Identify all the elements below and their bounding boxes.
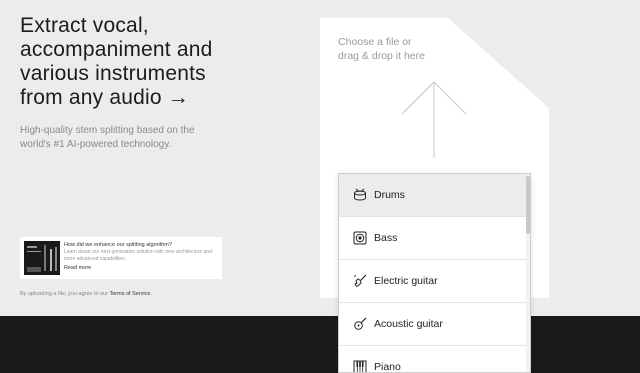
read-more-link[interactable]: Read more <box>64 265 91 271</box>
hero-title-line-1: Extract vocal, <box>20 14 149 37</box>
speaker-icon <box>353 231 367 245</box>
upload-arrow-icon <box>401 81 467 158</box>
piano-icon <box>353 360 367 372</box>
dropdown-item-piano[interactable]: Piano <box>339 346 527 373</box>
algorithm-promo-card[interactable]: How did we enhance our splitting algorit… <box>20 237 222 279</box>
hero-subtitle-line-1: High-quality stem splitting based on the <box>20 125 195 136</box>
terms-suffix: . <box>150 291 152 297</box>
hero-title-line-4: from any audio → <box>20 86 189 109</box>
terms-notice: By uploading a file, you agree to our Te… <box>20 291 152 297</box>
dropdown-scrollbar-thumb[interactable] <box>526 176 530 234</box>
instrument-dropdown[interactable]: Drums Bass Electric guitar Acoustic guit… <box>338 173 531 373</box>
dropdown-scrollbar[interactable] <box>526 174 530 372</box>
hero-title-line-3: various instruments <box>20 62 206 85</box>
dropdown-item-label: Acoustic guitar <box>374 318 443 330</box>
promo-thumbnail <box>24 241 60 275</box>
acoustic-guitar-icon <box>353 317 367 331</box>
promo-question: How did we enhance our splitting algorit… <box>64 242 172 248</box>
dropdown-item-label: Piano <box>374 361 401 373</box>
terms-prefix: By uploading a file, you agree to our <box>20 291 109 297</box>
hero-subtitle: High-quality stem splitting based on the… <box>20 124 240 152</box>
promo-description: Learn about our next generation solution… <box>64 249 212 262</box>
hero-title[interactable]: Extract vocal, accompaniment and various… <box>20 14 320 110</box>
terms-of-service-link[interactable]: Terms of Service <box>110 291 151 297</box>
footer-band <box>0 316 640 373</box>
dropdown-item-drums[interactable]: Drums <box>339 174 527 217</box>
upload-prompt-line-1: Choose a file or <box>338 36 412 48</box>
upload-prompt[interactable]: Choose a file or drag & drop it here <box>338 35 458 63</box>
dropdown-item-bass[interactable]: Bass <box>339 217 527 260</box>
hero-subtitle-line-2: world's #1 AI-powered technology. <box>20 139 172 150</box>
dropdown-item-label: Bass <box>374 232 398 244</box>
hero-title-line-2: accompaniment and <box>20 38 213 61</box>
dropdown-item-label: Electric guitar <box>374 275 438 287</box>
dropdown-item-label: Drums <box>374 189 405 201</box>
dropdown-item-electric-guitar[interactable]: Electric guitar <box>339 260 527 303</box>
upload-prompt-line-2: drag & drop it here <box>338 50 425 62</box>
dropdown-item-acoustic-guitar[interactable]: Acoustic guitar <box>339 303 527 346</box>
drum-icon <box>353 188 367 202</box>
electric-guitar-icon <box>353 274 367 288</box>
